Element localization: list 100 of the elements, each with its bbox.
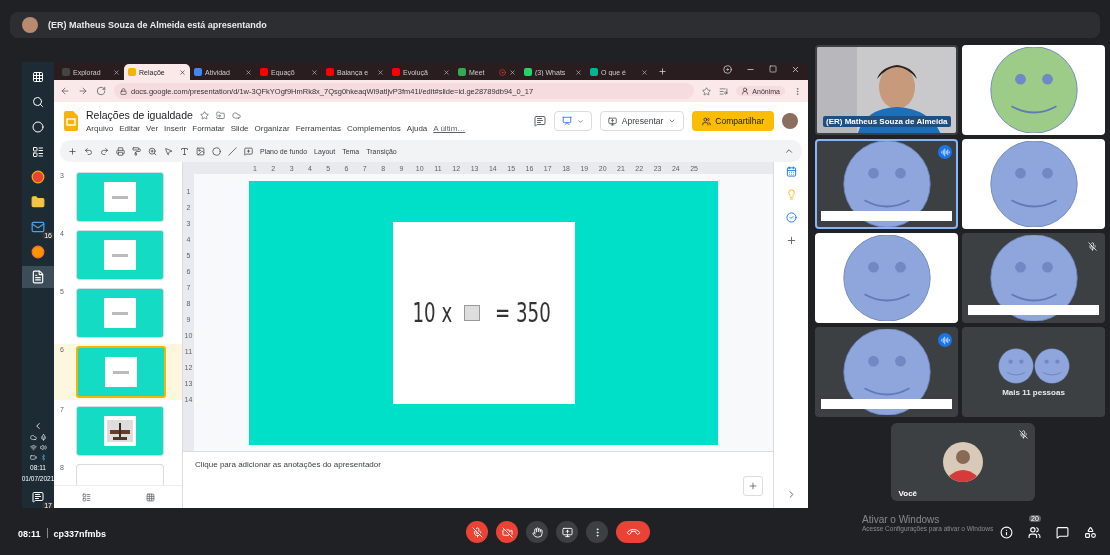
back-icon[interactable] [60,86,70,96]
favicon-icon [62,68,70,76]
shape-icon[interactable] [212,146,221,156]
lock-icon [120,87,127,95]
menu-item[interactable]: Arquivo [86,124,114,133]
plus-icon [748,481,758,491]
tasks-icon[interactable] [785,212,797,223]
task-view-icon[interactable] [32,146,44,158]
mic-button[interactable] [466,521,488,543]
search-icon[interactable] [32,96,44,108]
folder-icon[interactable] [31,195,45,209]
circle-icon[interactable] [32,121,44,133]
meeting-code: cp337nfmbs [53,529,107,539]
menu-item[interactable]: Organizar [254,124,290,133]
redo-icon[interactable] [100,146,109,156]
equation-text: 10 x [412,297,453,328]
banner-text: (ER) Matheus Souza de Almeida está apresentando [48,20,267,30]
battery-icon [29,454,37,461]
info-icon [999,525,1013,539]
add-icon[interactable] [68,146,77,156]
undo-icon[interactable] [84,146,93,156]
line-icon[interactable] [228,146,237,156]
slides-logo [64,111,78,131]
reload-icon[interactable] [96,86,106,96]
leave-call-button[interactable] [616,521,650,543]
more-people-label: Mais 11 pessoas [1002,387,1065,397]
grid-view-icon[interactable] [145,492,155,502]
account-avatar[interactable] [782,113,798,129]
present-button[interactable]: Apresentar [599,111,685,131]
avatar-icon [942,442,983,482]
favicon-icon [524,68,532,76]
menu-item[interactable]: Slide [230,124,249,133]
camera-off-icon [501,526,513,538]
notifications-icon[interactable] [32,491,44,503]
image-icon[interactable] [196,146,205,156]
blank-square [464,304,481,321]
comment-icon[interactable] [244,146,253,156]
media-icon[interactable] [719,86,729,96]
mic-off-icon [1087,241,1097,251]
share-button[interactable]: Compartilhar [692,111,774,131]
paint-format-icon[interactable] [132,146,141,156]
menu-item[interactable]: Ferramentas [295,124,341,133]
maximize-icon[interactable] [769,65,777,73]
more-button[interactable] [586,521,608,543]
menu-item[interactable]: Editar [119,124,141,133]
chat-icon [1055,525,1069,539]
add-icon[interactable] [785,235,797,246]
extension-icon[interactable] [723,65,732,74]
info-button[interactable] [998,524,1014,540]
zoom-icon[interactable] [148,146,157,156]
menu-icon[interactable] [793,86,802,96]
equation-drawing [113,370,129,374]
camera-button[interactable] [496,521,518,543]
chevron-icon[interactable] [33,421,43,431]
windows-icon[interactable] [32,71,44,83]
filmstrip-view-icon[interactable] [81,492,91,502]
people-icon [702,116,712,126]
mic-icon [39,434,47,441]
bookmark-icon[interactable] [702,86,712,96]
equation-text: = 350 [495,297,551,328]
collapse-icon[interactable] [784,146,794,156]
equation-drawing [112,253,128,257]
star-icon[interactable] [199,110,209,120]
favicon-icon [128,68,136,76]
calendar-icon[interactable] [785,166,797,177]
bluetooth-icon [39,454,47,461]
speaker-notes[interactable]: Clique para adicionar as anotações do apresentador [183,451,773,508]
forward-icon[interactable] [78,86,88,96]
participant-name: Você [898,489,918,498]
people-icon [1027,525,1041,539]
comments-icon[interactable] [533,115,546,127]
last-edit-link[interactable]: A últim… [433,124,466,133]
favicon-icon [392,68,400,76]
document-title: Relações de igualdade [86,109,193,121]
select-icon[interactable] [164,146,173,156]
mic-off-icon [1019,429,1028,439]
activities-button[interactable] [1082,524,1098,540]
close-icon[interactable] [179,68,186,76]
new-tab-icon[interactable] [658,66,667,76]
participant-name: (ER) Matheus Souza de Almeida [823,116,951,127]
menu-item[interactable]: Formatar [192,124,225,133]
present-button[interactable] [556,521,578,543]
mail-icon[interactable] [31,220,45,234]
volume-icon [39,444,47,451]
favicon-icon [590,68,598,76]
menu-item[interactable]: Complementos [347,124,401,133]
text-box-icon[interactable] [180,146,189,156]
print-icon[interactable] [116,146,125,156]
chat-button[interactable] [1054,524,1070,540]
caret-icon [576,117,584,125]
equation-drawing [112,311,128,315]
document-icon[interactable] [31,270,45,284]
recording-icon [499,68,506,76]
menu-item[interactable]: Ajuda [406,124,428,133]
menu-item[interactable]: Ver [146,124,159,133]
menu-item[interactable]: Inserir [164,124,187,133]
new-slide-button[interactable] [553,111,592,131]
raise-hand-button[interactable] [526,521,548,543]
meeting-time: 08:11 [18,529,41,539]
move-icon[interactable] [215,110,225,120]
